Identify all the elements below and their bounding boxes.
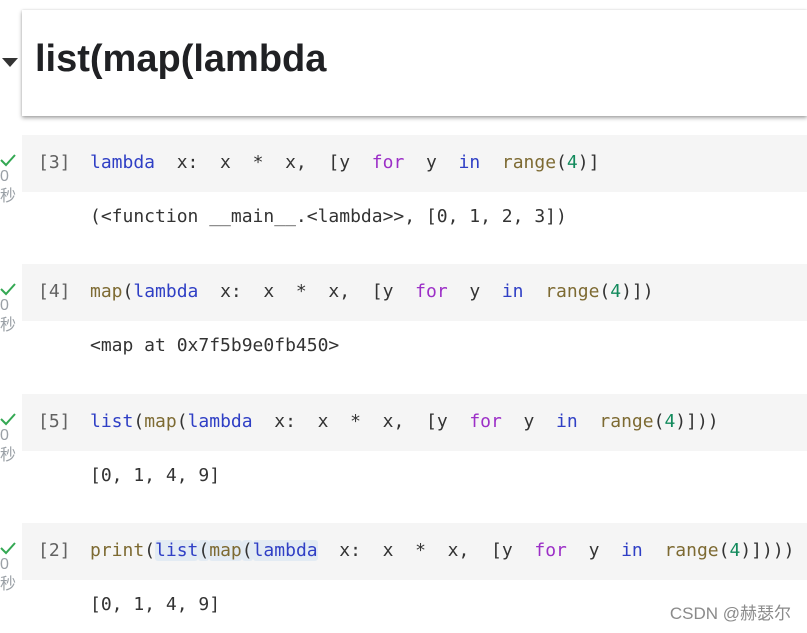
code-token: print bbox=[90, 540, 145, 561]
code-token: x: x * x, [y bbox=[252, 411, 470, 432]
code-token: lambda bbox=[187, 411, 253, 432]
code-token: x: x * x, [ bbox=[155, 152, 340, 173]
code-token: in bbox=[621, 540, 643, 561]
code-token: )] bbox=[577, 152, 600, 173]
code-token: list bbox=[90, 411, 134, 432]
code-token: map bbox=[90, 281, 123, 302]
code-token: y bbox=[566, 540, 622, 561]
exec-time-unit: 秒 bbox=[0, 447, 17, 464]
cell-output: <map at 0x7f5b9e0fb450> bbox=[90, 335, 340, 356]
code-token: y bbox=[447, 281, 502, 302]
exec-time-unit: 秒 bbox=[0, 317, 17, 334]
code-token: )])) bbox=[675, 411, 719, 432]
code-token: range bbox=[599, 411, 654, 432]
code-token: x: x * x, [y bbox=[317, 540, 535, 561]
code-token: )]))) bbox=[740, 540, 795, 561]
code-token: ( bbox=[241, 540, 253, 561]
code-cell[interactable]: 0 秒 [3] lambda x: x * x, [y for y in range(… bbox=[0, 135, 807, 245]
code-token: x: x * x, [y bbox=[198, 281, 416, 302]
exec-time-value: 0 bbox=[0, 556, 9, 573]
code-token: for bbox=[469, 411, 502, 432]
checkmark-icon bbox=[0, 154, 16, 167]
code-token: in bbox=[458, 152, 481, 173]
code-token: lambda bbox=[90, 152, 156, 173]
cell-run-status: 0秒 bbox=[0, 412, 18, 466]
cell-run-status: 0秒 bbox=[0, 153, 18, 207]
exec-time-unit: 秒 bbox=[0, 576, 17, 593]
cell-output: [0, 1, 4, 9] bbox=[90, 594, 221, 615]
code-token: ( bbox=[556, 152, 567, 173]
code-token: ( bbox=[133, 411, 145, 432]
code-token: lambda bbox=[133, 281, 199, 302]
code-token: ( bbox=[198, 540, 210, 561]
execution-count: [3] bbox=[38, 152, 71, 173]
checkmark-icon bbox=[0, 413, 16, 426]
code-token: for bbox=[415, 281, 448, 302]
section-heading: list(map(lambda bbox=[35, 38, 327, 80]
code-token: y bbox=[339, 152, 372, 173]
code-token: ( bbox=[599, 281, 611, 302]
code-token: ( bbox=[718, 540, 730, 561]
code-token: range bbox=[545, 281, 600, 302]
code-line[interactable]: list(map(lambda x: x * x, [y for y in ra… bbox=[90, 410, 719, 434]
exec-time-value: 0 bbox=[0, 168, 9, 185]
code-line[interactable]: lambda x: x * x, [y for y in range(4)] bbox=[90, 151, 599, 175]
execution-count: [5] bbox=[38, 411, 71, 432]
code-token: range bbox=[501, 152, 557, 173]
code-token: for bbox=[534, 540, 567, 561]
code-token: in bbox=[501, 281, 524, 302]
exec-time-unit: 秒 bbox=[0, 188, 17, 205]
code-token: list bbox=[155, 540, 199, 561]
cell-run-status: 0秒 bbox=[0, 282, 18, 336]
code-token: in bbox=[556, 411, 578, 432]
code-token: ( bbox=[653, 411, 665, 432]
code-token: ( bbox=[144, 540, 156, 561]
exec-time-value: 0 bbox=[0, 427, 9, 444]
code-token: map bbox=[144, 411, 177, 432]
code-token: range bbox=[664, 540, 719, 561]
code-token: map bbox=[209, 540, 242, 561]
exec-time-value: 0 bbox=[0, 297, 9, 314]
code-token: y bbox=[404, 152, 459, 173]
collapse-caret-icon[interactable] bbox=[2, 58, 18, 67]
code-cell[interactable]: 0 秒 [4] map(lambda x: x * x, [y for y in ra… bbox=[0, 264, 807, 374]
code-line[interactable]: print(list(map(lambda x: x * x, [y for y… bbox=[90, 539, 795, 563]
code-line[interactable]: map(lambda x: x * x, [y for y in range(4… bbox=[90, 280, 654, 304]
checkmark-icon bbox=[0, 542, 16, 555]
cell-output: [0, 1, 4, 9] bbox=[90, 465, 221, 486]
code-token: 4 bbox=[729, 540, 741, 561]
watermark: CSDN @赫瑟尔 bbox=[669, 604, 791, 623]
code-cell[interactable]: 0 秒 [5] list(map(lambda x: x * x, [y for y … bbox=[0, 394, 807, 504]
code-token: 4 bbox=[610, 281, 622, 302]
code-token: y bbox=[501, 411, 557, 432]
cell-run-status: 0秒 bbox=[0, 541, 18, 595]
cell-output: (<function __main__.<lambda>>, [0, 1, 2,… bbox=[90, 206, 567, 227]
code-token: ( bbox=[122, 281, 134, 302]
execution-count: [4] bbox=[38, 281, 71, 302]
checkmark-icon bbox=[0, 283, 16, 296]
code-token: for bbox=[371, 152, 405, 173]
code-token: ( bbox=[176, 411, 188, 432]
code-token: 4 bbox=[566, 152, 578, 173]
code-token: 4 bbox=[664, 411, 676, 432]
code-token: lambda bbox=[252, 540, 318, 561]
code-token: )]) bbox=[621, 281, 654, 302]
execution-count: [2] bbox=[38, 540, 71, 561]
